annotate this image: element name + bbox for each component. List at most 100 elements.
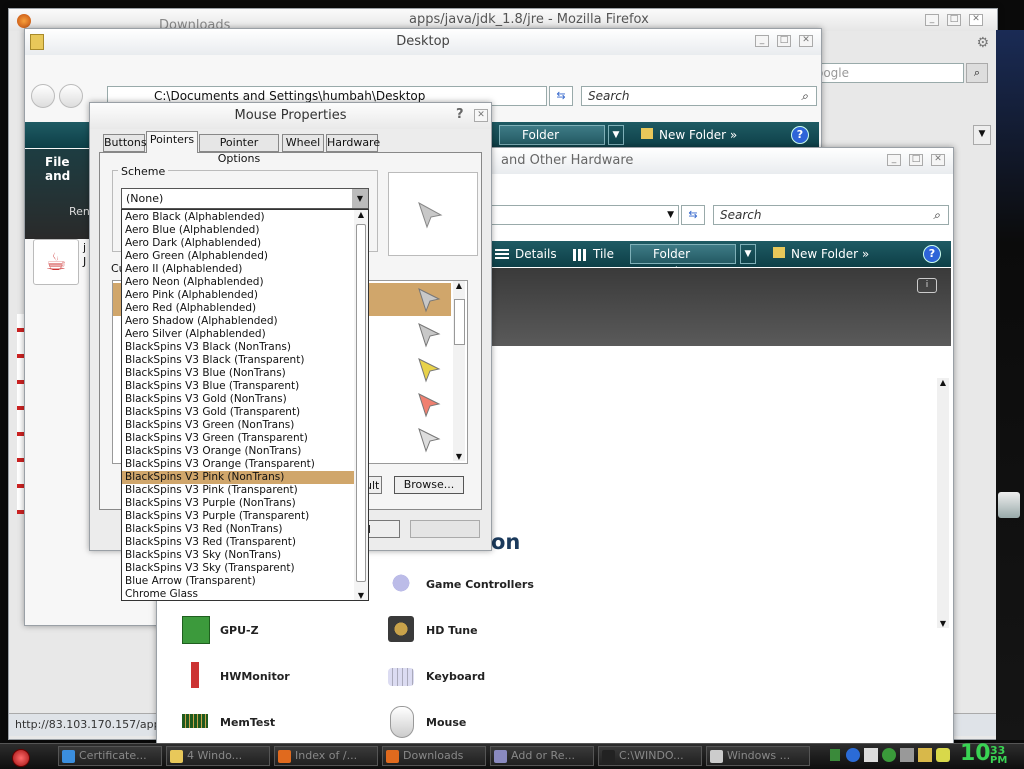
scheme-option[interactable]: BlackSpins V3 Blue (NonTrans) <box>122 367 354 380</box>
scroll-thumb[interactable] <box>356 224 366 582</box>
apply-button[interactable] <box>410 520 480 538</box>
folder-options-dropdown[interactable]: ▼ <box>740 244 756 264</box>
clock[interactable]: 10 33 PM <box>960 741 1024 768</box>
minimize-button[interactable]: _ <box>925 14 939 26</box>
tray-icon-7[interactable] <box>936 748 950 762</box>
help-icon[interactable]: ? <box>923 245 941 263</box>
scheme-option[interactable]: Aero Green (Alphablended) <box>122 250 354 263</box>
scheme-option[interactable]: BlackSpins V3 Red (Transparent) <box>122 536 354 549</box>
scheme-option[interactable]: Aero Neon (Alphablended) <box>122 276 354 289</box>
explorer-search-input[interactable]: Search ⌕ <box>581 86 817 106</box>
scheme-option[interactable]: BlackSpins V3 Black (Transparent) <box>122 354 354 367</box>
maximize-button[interactable]: □ <box>777 35 791 47</box>
firefox-search-input[interactable]: oogle <box>809 63 964 83</box>
chevron-right-icon[interactable]: » <box>862 247 869 261</box>
taskbar-button[interactable]: Index of /... <box>274 746 378 766</box>
search-icon[interactable]: ⌕ <box>801 87 808 105</box>
scheme-option[interactable]: BlackSpins V3 Blue (Transparent) <box>122 380 354 393</box>
scroll-down-icon[interactable]: ▼ <box>937 619 949 628</box>
scheme-option[interactable]: Aero II (Alphablended) <box>122 263 354 276</box>
scheme-select[interactable]: (None) ▼ <box>121 188 369 209</box>
cp-item-memtest[interactable]: MemTest <box>220 716 275 729</box>
scheme-option[interactable]: Chrome Glass <box>122 588 354 600</box>
start-button[interactable] <box>12 749 30 767</box>
chevron-right-icon[interactable]: » <box>730 128 737 142</box>
minimize-button[interactable]: _ <box>755 35 769 47</box>
taskbar-button[interactable]: C:\WINDO... <box>598 746 702 766</box>
taskbar-button[interactable]: Windows ... <box>706 746 810 766</box>
scheme-option[interactable]: Blue Arrow (Transparent) <box>122 575 354 588</box>
scheme-option[interactable]: BlackSpins V3 Green (Transparent) <box>122 432 354 445</box>
tab-hardware[interactable]: Hardware <box>326 134 380 152</box>
cursor-list-scrollbar[interactable]: ▲ ▼ <box>453 281 465 461</box>
maximize-button[interactable]: □ <box>909 154 923 166</box>
tab-buttons[interactable]: Buttons <box>103 134 147 152</box>
refresh-icon[interactable]: ⇆ <box>681 205 705 225</box>
taskbar-button[interactable]: 4 Windo... <box>166 746 270 766</box>
tab-pointers[interactable]: Pointers <box>146 131 198 153</box>
taskbar-button[interactable]: Certificate... <box>58 746 162 766</box>
refresh-icon[interactable]: ⇆ <box>549 86 573 106</box>
scheme-dropdown-list[interactable]: Aero Black (Alphablended) Aero Blue (Alph… <box>121 209 369 601</box>
tray-icon-3[interactable] <box>864 748 878 762</box>
control-panel-search-input[interactable]: Search ⌕ <box>713 205 949 225</box>
scheme-option[interactable]: Aero Shadow (Alphablended) <box>122 315 354 328</box>
tab-wheel[interactable]: Wheel <box>282 134 324 152</box>
scheme-option[interactable]: BlackSpins V3 Purple (NonTrans) <box>122 497 354 510</box>
scheme-option[interactable]: Aero Pink (Alphablended) <box>122 289 354 302</box>
scroll-down-icon[interactable]: ▼ <box>354 591 368 600</box>
cp-item-game-controllers[interactable]: Game Controllers <box>426 578 534 591</box>
new-folder-button[interactable]: New Folder » <box>641 122 737 148</box>
scheme-option[interactable]: BlackSpins V3 Sky (Transparent) <box>122 562 354 575</box>
close-button[interactable]: ✕ <box>474 109 488 122</box>
cp-item-gpu-z[interactable]: GPU-Z <box>220 624 259 637</box>
scheme-option[interactable]: BlackSpins V3 Pink (NonTrans) <box>122 471 354 484</box>
search-icon[interactable]: ⌕ <box>933 206 940 224</box>
details-view-button[interactable]: Details <box>495 241 557 267</box>
scheme-option[interactable]: BlackSpins V3 Purple (Transparent) <box>122 510 354 523</box>
scheme-option[interactable]: Aero Blue (Alphablended) <box>122 224 354 237</box>
help-button[interactable]: ? <box>456 107 464 122</box>
cp-item-mouse[interactable]: Mouse <box>426 716 466 729</box>
close-button[interactable]: ✕ <box>931 154 945 166</box>
chevron-down-icon[interactable]: ▼ <box>352 189 368 208</box>
java-icon[interactable]: ☕ <box>33 239 79 285</box>
dropdown-arrow-icon[interactable]: ▼ <box>973 125 991 145</box>
cp-item-keyboard[interactable]: Keyboard <box>426 670 485 683</box>
scroll-up-icon[interactable]: ▲ <box>937 378 949 387</box>
close-button[interactable]: ✕ <box>969 14 983 26</box>
scheme-option[interactable]: BlackSpins V3 Pink (Transparent) <box>122 484 354 497</box>
folder-options-dropdown[interactable]: ▼ <box>608 125 624 145</box>
maximize-button[interactable]: □ <box>947 14 961 26</box>
scheme-option[interactable]: Aero Silver (Alphablended) <box>122 328 354 341</box>
scroll-thumb[interactable] <box>454 299 465 345</box>
search-icon[interactable]: ⌕ <box>966 63 988 83</box>
tray-icon-5[interactable] <box>900 748 914 762</box>
scheme-option[interactable]: BlackSpins V3 Green (NonTrans) <box>122 419 354 432</box>
control-panel-scrollbar[interactable]: ▲ ▼ <box>937 378 949 628</box>
scheme-option[interactable]: BlackSpins V3 Black (NonTrans) <box>122 341 354 354</box>
scroll-down-icon[interactable]: ▼ <box>453 452 465 461</box>
scheme-option[interactable]: Aero Red (Alphablended) <box>122 302 354 315</box>
new-folder-button[interactable]: New Folder » <box>773 241 869 267</box>
tile-view-button[interactable]: Tile <box>573 241 614 267</box>
tray-icon-6[interactable] <box>918 748 932 762</box>
tray-icon-2[interactable] <box>846 748 860 762</box>
gear-icon[interactable]: ⚙ <box>976 35 989 51</box>
scheme-option[interactable]: BlackSpins V3 Orange (NonTrans) <box>122 445 354 458</box>
cp-item-hd-tune[interactable]: HD Tune <box>426 624 478 637</box>
browse-button[interactable]: Browse... <box>394 476 464 494</box>
scheme-option[interactable]: BlackSpins V3 Orange (Transparent) <box>122 458 354 471</box>
back-button[interactable] <box>31 84 55 108</box>
sidebar-rename[interactable]: Ren <box>69 205 90 218</box>
scheme-option[interactable]: Aero Black (Alphablended) <box>122 211 354 224</box>
folder-options-button[interactable]: Folder Options <box>630 244 736 279</box>
taskbar-button[interactable]: Downloads <box>382 746 486 766</box>
tab-pointer-options[interactable]: Pointer Options <box>199 134 279 165</box>
scheme-option[interactable]: BlackSpins V3 Gold (NonTrans) <box>122 393 354 406</box>
scheme-option[interactable]: Aero Dark (Alphablended) <box>122 237 354 250</box>
close-button[interactable]: ✕ <box>799 35 813 47</box>
taskbar-button[interactable]: Add or Re... <box>490 746 594 766</box>
dropdown-arrow-icon[interactable]: ▼ <box>667 206 674 224</box>
tray-icon-1[interactable] <box>830 749 840 761</box>
